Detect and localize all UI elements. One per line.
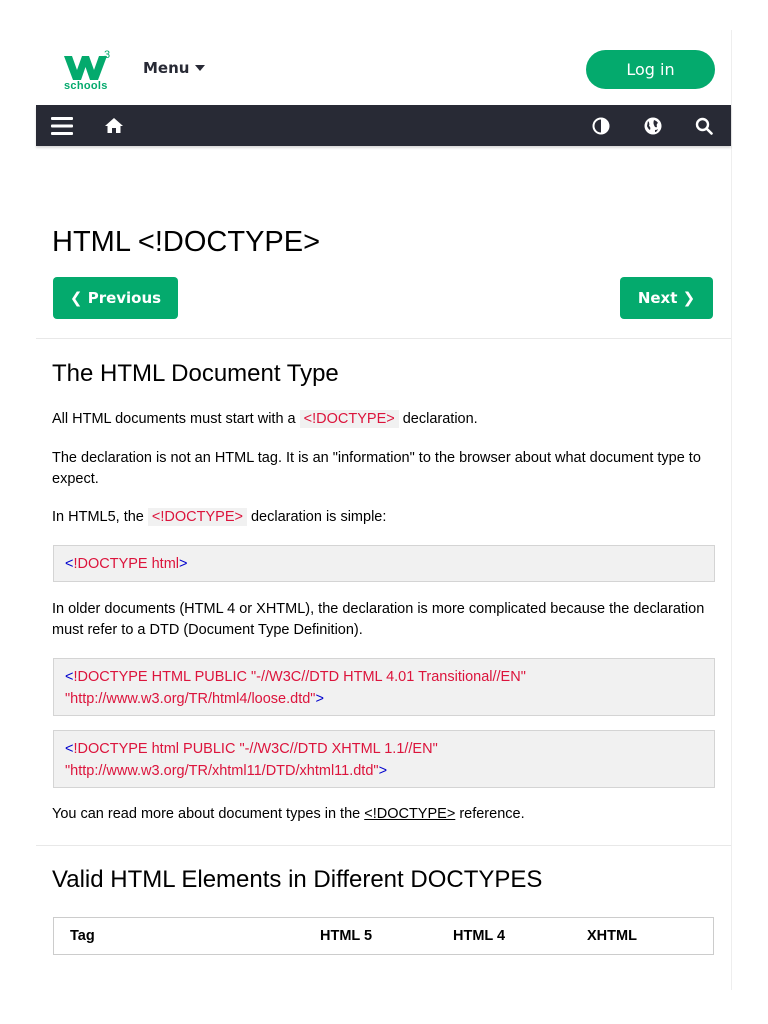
page-title: HTML <!DOCTYPE> (52, 226, 321, 258)
doctype-reference-link[interactable]: <!DOCTYPE> (364, 806, 455, 822)
table-header-html5: HTML 5 (320, 928, 373, 944)
logo-text: schools (64, 80, 108, 92)
paragraph-intro: All HTML documents must start with a <!D… (52, 409, 712, 430)
paragraph-read-more: You can read more about document types i… (52, 804, 712, 825)
hamburger-icon[interactable] (50, 105, 74, 146)
code-example-xhtml: <!DOCTYPE html PUBLIC "-//W3C//DTD XHTML… (53, 730, 715, 788)
text: declaration is simple: (246, 509, 387, 525)
contrast-icon[interactable] (591, 105, 611, 146)
table-header-html4: HTML 4 (453, 928, 506, 944)
code-bracket: > (179, 556, 188, 572)
inline-code-doctype: <!DOCTYPE> (147, 508, 247, 526)
doctype-elements-table: Tag HTML 5 HTML 4 XHTML (53, 917, 714, 955)
code-bracket: > (378, 763, 388, 779)
code-example-html5: <!DOCTYPE html> (53, 545, 715, 582)
globe-icon[interactable] (643, 105, 663, 146)
divider (36, 338, 731, 339)
login-button[interactable]: Log in (586, 50, 715, 89)
caret-down-icon (195, 65, 206, 71)
menu-label: Menu (143, 59, 190, 77)
search-icon[interactable] (694, 105, 714, 146)
table-header-tag: Tag (70, 928, 95, 944)
text: In HTML5, the (52, 509, 148, 525)
divider (36, 845, 731, 846)
previous-button[interactable]: ❮ Previous (53, 277, 178, 319)
menu-button[interactable]: Menu (143, 59, 206, 77)
code-text: "http://www.w3.org/TR/html4/loose.dtd" (65, 691, 316, 707)
code-bracket: > (315, 691, 324, 707)
paragraph-declaration: The declaration is not an HTML tag. It i… (52, 450, 701, 487)
inline-code-doctype: <!DOCTYPE> (299, 410, 399, 428)
text: declaration. (398, 411, 478, 427)
table-header-xhtml: XHTML (587, 928, 637, 944)
code-text: !DOCTYPE HTML PUBLIC "-//W3C//DTD HTML 4… (73, 669, 526, 685)
text: You can read more about document types i… (52, 806, 365, 822)
paragraph-html5: In HTML5, the <!DOCTYPE> declaration is … (52, 507, 712, 528)
next-button[interactable]: Next ❯ (620, 277, 713, 319)
paragraph-older-docs: In older documents (HTML 4 or XHTML), th… (52, 601, 705, 638)
text: All HTML documents must start with a (52, 411, 300, 427)
code-text: !DOCTYPE html (73, 556, 180, 572)
home-icon[interactable] (102, 105, 126, 146)
section-heading-valid-elements: Valid HTML Elements in Different DOCTYPE… (52, 866, 543, 893)
section-heading-document-type: The HTML Document Type (52, 360, 339, 387)
text: reference. (455, 806, 525, 822)
code-text: !DOCTYPE html PUBLIC "-//W3C//DTD XHTML … (73, 741, 438, 757)
code-example-html4: <!DOCTYPE HTML PUBLIC "-//W3C//DTD HTML … (53, 658, 715, 716)
navbar (36, 105, 731, 146)
logo-superscript: 3 (104, 49, 110, 61)
code-text: "http://www.w3.org/TR/xhtml11/DTD/xhtml1… (65, 763, 379, 779)
